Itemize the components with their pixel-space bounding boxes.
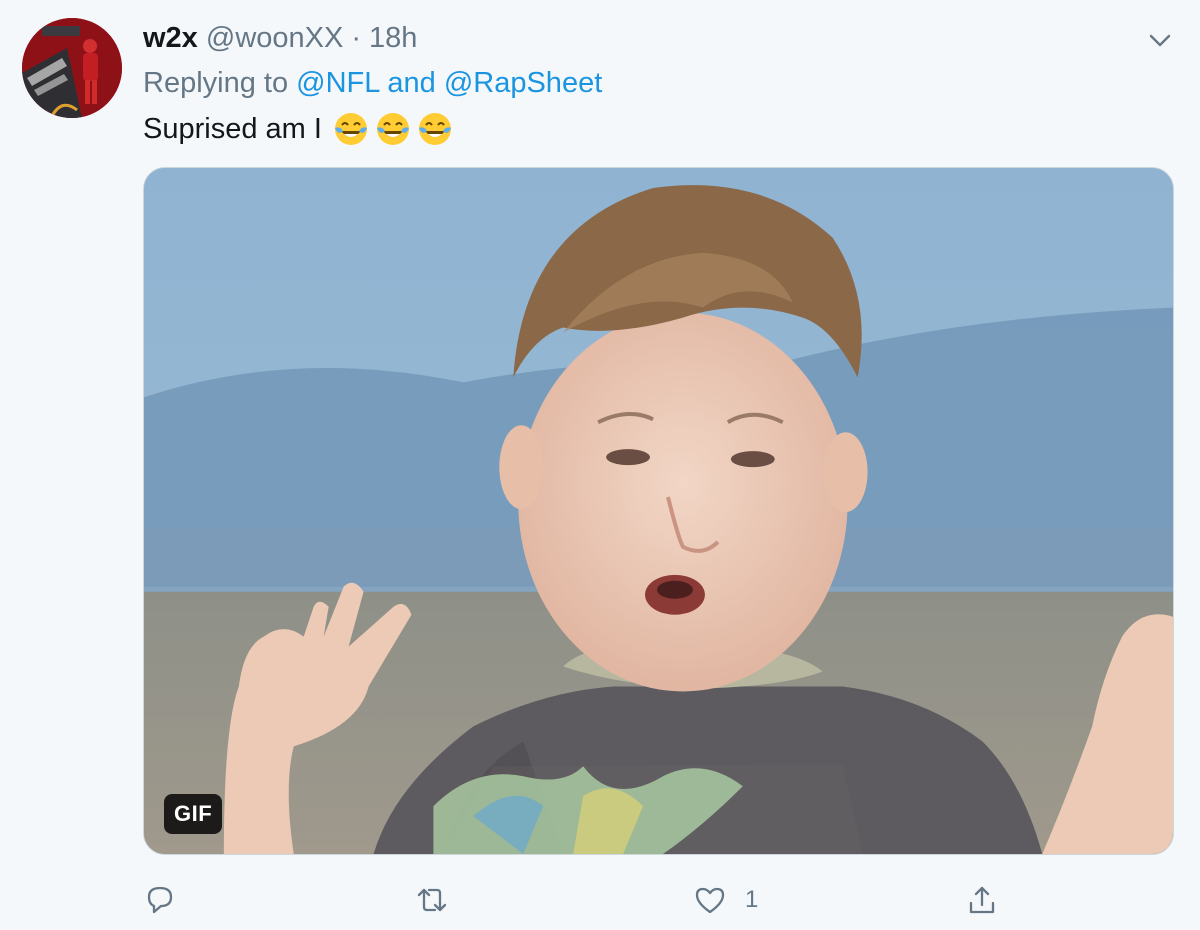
separator-dot: · xyxy=(351,22,362,54)
replying-to-label: Replying to xyxy=(143,67,289,99)
mention-link-nfl[interactable]: @NFL xyxy=(296,67,379,99)
mention-conjunction: and xyxy=(387,67,436,99)
tweet-text-content: Suprised am I xyxy=(143,113,322,145)
gif-media[interactable]: GIF xyxy=(143,167,1174,855)
avatar-image xyxy=(22,18,122,118)
timestamp[interactable]: 18h xyxy=(369,22,417,54)
avatar[interactable] xyxy=(22,18,122,118)
replying-to: Replying to @NFL and @RapSheet xyxy=(143,65,602,101)
user-handle[interactable]: @woonXX xyxy=(206,22,343,54)
chevron-down-icon[interactable] xyxy=(1146,26,1174,54)
face-with-tears-of-joy-icon xyxy=(376,113,409,145)
tweet[interactable]: w2x @woonXX · 18h Replying to @NFL and @Ra… xyxy=(0,0,1200,930)
emoji-group xyxy=(332,110,454,148)
face-with-tears-of-joy-icon xyxy=(418,113,451,145)
tweet-actions: 1 xyxy=(143,878,1023,922)
reply-icon xyxy=(147,886,173,914)
heart-icon xyxy=(695,887,725,914)
like-count: 1 xyxy=(745,886,759,913)
like-button[interactable]: 1 xyxy=(693,878,758,922)
mention-link-rapsheet[interactable]: @RapSheet xyxy=(444,67,602,99)
retweet-button[interactable] xyxy=(415,878,467,922)
gif-image xyxy=(144,168,1173,854)
retweet-icon xyxy=(417,888,447,912)
share-button[interactable] xyxy=(965,878,1017,922)
display-name[interactable]: w2x xyxy=(143,22,198,54)
tweet-header: w2x @woonXX · 18h xyxy=(143,20,417,56)
share-icon xyxy=(969,886,995,914)
tweet-text: Suprised am I xyxy=(143,110,454,148)
face-with-tears-of-joy-icon xyxy=(334,113,367,145)
reply-button[interactable] xyxy=(143,878,195,922)
gif-badge: GIF xyxy=(164,794,223,834)
